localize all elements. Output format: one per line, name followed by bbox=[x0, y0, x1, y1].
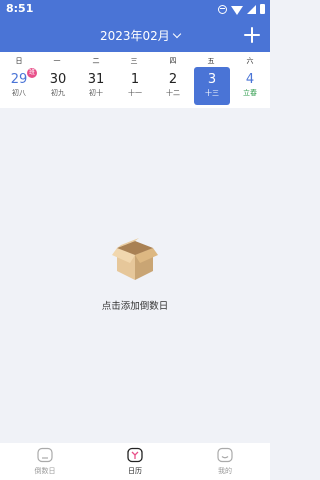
nav-label: 日历 bbox=[128, 467, 142, 475]
chevron-down-icon bbox=[172, 29, 182, 39]
day-cell[interactable]: 31 初十 bbox=[78, 67, 114, 105]
nav-item-profile[interactable]: 我的 bbox=[200, 447, 250, 476]
day-number: 4 bbox=[245, 72, 255, 87]
month-title: 2023年02月 bbox=[100, 29, 170, 43]
weekday-thu: 四 bbox=[169, 57, 177, 65]
profile-icon bbox=[217, 447, 233, 463]
bottom-nav: 倒数日 日历 我的 bbox=[0, 443, 270, 480]
lunar-date: 十一 bbox=[128, 89, 142, 97]
lunar-date: 初十 bbox=[89, 89, 103, 97]
weekday-mon: 一 bbox=[53, 57, 61, 65]
empty-state-text[interactable]: 点击添加倒数日 bbox=[0, 298, 270, 312]
day-cell[interactable]: 30 初九 bbox=[40, 67, 76, 105]
workday-badge: 班 bbox=[27, 68, 37, 78]
wifi-icon bbox=[231, 5, 243, 15]
app-header: 2023年02月 bbox=[0, 18, 270, 52]
nav-item-countdown[interactable]: 倒数日 bbox=[20, 447, 70, 476]
lunar-date: 初九 bbox=[51, 89, 65, 97]
status-bar: 8:51 bbox=[0, 0, 270, 18]
calendar-icon bbox=[127, 447, 143, 463]
status-time: 8:51 bbox=[6, 2, 34, 15]
day-number: 3 bbox=[207, 72, 217, 87]
weekday-sun: 日 bbox=[15, 57, 23, 65]
lunar-date: 十二 bbox=[166, 89, 180, 97]
day-number: 31 bbox=[87, 72, 105, 87]
weekday-tue: 二 bbox=[92, 57, 100, 65]
day-cell[interactable]: 1 十一 bbox=[117, 67, 153, 105]
nav-label: 倒数日 bbox=[34, 467, 56, 475]
battery-icon bbox=[260, 4, 265, 14]
nav-label: 我的 bbox=[218, 467, 232, 475]
add-button[interactable] bbox=[244, 27, 260, 43]
countdown-icon bbox=[37, 447, 53, 463]
empty-box-illustration bbox=[112, 238, 158, 280]
solar-term: 立春 bbox=[243, 89, 257, 97]
weekday-fri: 五 bbox=[207, 57, 215, 65]
day-cell[interactable]: 4 立春 bbox=[232, 67, 268, 105]
day-cell-selected[interactable]: 3 十三 bbox=[194, 67, 230, 105]
do-not-disturb-icon bbox=[218, 4, 227, 14]
day-number: 30 bbox=[49, 72, 67, 87]
status-icons bbox=[218, 3, 265, 15]
day-cell[interactable]: 2 十二 bbox=[155, 67, 191, 105]
weekday-sat: 六 bbox=[246, 57, 254, 65]
weekday-wed: 三 bbox=[130, 57, 138, 65]
day-number: 1 bbox=[130, 72, 140, 87]
lunar-date: 十三 bbox=[205, 89, 219, 97]
day-number: 2 bbox=[168, 72, 178, 87]
signal-icon bbox=[247, 4, 256, 14]
lunar-date: 初八 bbox=[12, 89, 26, 97]
nav-item-calendar[interactable]: 日历 bbox=[110, 447, 160, 476]
month-picker[interactable]: 2023年02月 bbox=[100, 27, 182, 44]
